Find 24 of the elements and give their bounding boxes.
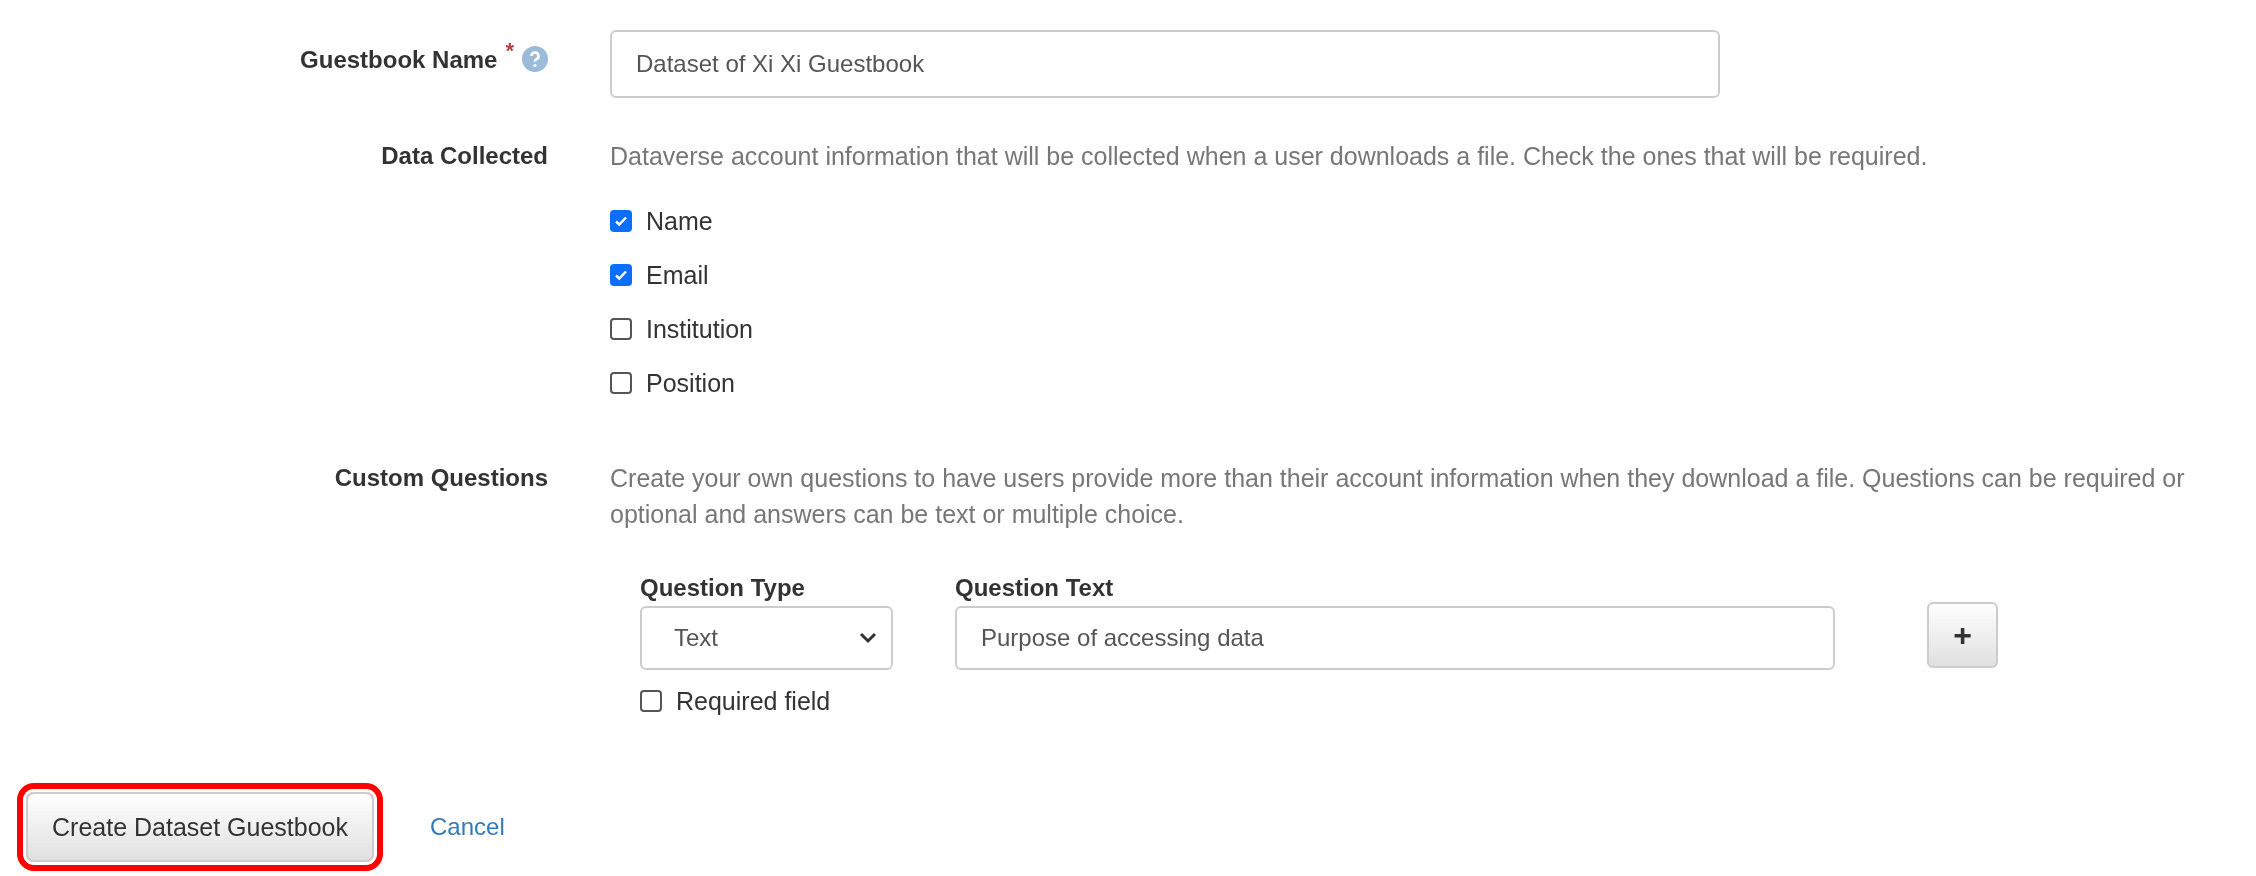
field-description: Dataverse account information that will be collected when a user downloads a file. Check the ones that will be required. <box>610 141 1929 172</box>
checkbox[interactable] <box>610 264 632 286</box>
checkbox-label: Position <box>646 368 735 398</box>
checkbox[interactable] <box>610 372 632 394</box>
field-description: Create your own questions to have users provide more than their account information when they download a file. Questions can be required or optional and answers can be text or multiple choice. <box>610 463 2186 530</box>
checkbox-label: Email <box>646 260 709 290</box>
checkbox-label: Name <box>646 206 713 236</box>
field-label: Data Collected <box>381 141 548 170</box>
checkbox-label: Required field <box>676 686 831 716</box>
cancel-link[interactable]: Cancel <box>430 813 505 841</box>
add-button[interactable]: + <box>1927 602 1998 668</box>
checkbox[interactable] <box>610 210 632 232</box>
required-mark: * <box>505 37 514 64</box>
question-text-field[interactable]: Purpose of accessing data <box>955 606 1835 670</box>
question-type-select[interactable]: Text <box>640 606 893 670</box>
column-label: Question Text <box>955 574 1115 602</box>
guestbook-name-field[interactable]: Dataset of Xi Xi Guestbook <box>610 30 1720 98</box>
chevron-icon <box>859 632 877 644</box>
field-label: Custom Questions <box>334 463 548 492</box>
checkbox[interactable] <box>610 318 632 340</box>
field-label: Guestbook Name <box>300 45 498 74</box>
column-label: Question Type <box>640 574 806 602</box>
checkbox-label: Institution <box>646 314 753 344</box>
checkbox[interactable] <box>640 690 662 712</box>
